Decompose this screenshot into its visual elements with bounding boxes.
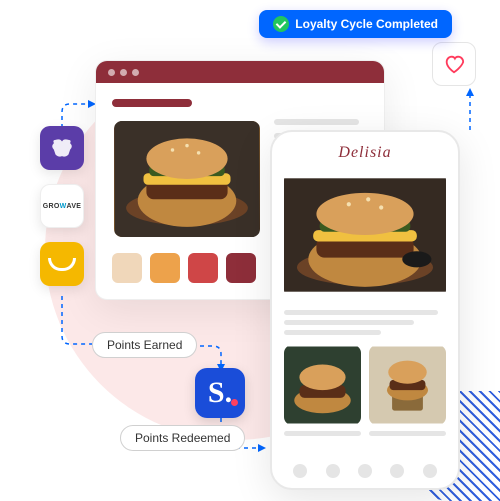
nav-item[interactable] xyxy=(293,464,307,478)
window-dot xyxy=(132,69,139,76)
caption-placeholder xyxy=(284,431,361,436)
grid-item-1[interactable] xyxy=(284,345,361,425)
growave-icon[interactable]: GROWAVE xyxy=(40,184,84,228)
integration-icons: GROWAVE xyxy=(40,126,84,286)
heart-icon xyxy=(443,53,465,75)
checkmark-icon xyxy=(273,16,289,32)
window-dot xyxy=(120,69,127,76)
stamped-label: S. xyxy=(208,376,232,410)
swatch-3[interactable] xyxy=(188,253,218,283)
nav-item[interactable] xyxy=(358,464,372,478)
app-brand-title: Delisia xyxy=(284,144,446,162)
smile-icon[interactable] xyxy=(40,242,84,286)
grid-item-2[interactable] xyxy=(369,345,446,425)
points-redeemed-pill: Points Redeemed xyxy=(120,425,245,451)
stamped-dot-icon xyxy=(231,399,238,406)
loyalty-completed-badge: Loyalty Cycle Completed xyxy=(259,10,452,38)
bottom-nav xyxy=(272,464,458,478)
window-dot xyxy=(108,69,115,76)
growave-label: GROWAVE xyxy=(43,203,82,210)
swatch-1[interactable] xyxy=(112,253,142,283)
loyalty-badge-label: Loyalty Cycle Completed xyxy=(295,17,438,31)
product-image xyxy=(112,119,262,239)
nav-item[interactable] xyxy=(390,464,404,478)
loyaltylion-icon[interactable] xyxy=(40,126,84,170)
swatch-4[interactable] xyxy=(226,253,256,283)
favorite-card[interactable] xyxy=(432,42,476,86)
mobile-app-preview: Delisia xyxy=(270,130,460,490)
window-titlebar xyxy=(96,61,384,83)
color-swatches xyxy=(112,253,262,283)
caption-placeholder xyxy=(369,431,446,436)
description-placeholder xyxy=(284,310,446,335)
swatch-2[interactable] xyxy=(150,253,180,283)
title-placeholder xyxy=(112,99,192,107)
stamped-icon[interactable]: S. xyxy=(195,368,245,418)
nav-item[interactable] xyxy=(326,464,340,478)
hero-image[interactable] xyxy=(284,170,446,300)
nav-item[interactable] xyxy=(423,464,437,478)
points-earned-pill: Points Earned xyxy=(92,332,197,358)
